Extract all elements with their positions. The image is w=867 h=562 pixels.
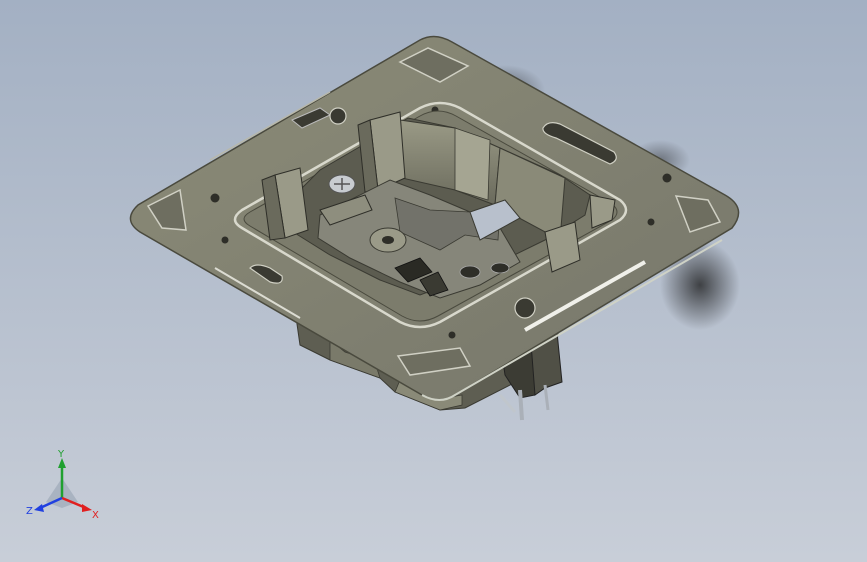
z-axis-arrow	[34, 504, 44, 512]
x-axis-arrow	[82, 504, 92, 512]
y-axis-label: Y	[57, 449, 65, 460]
z-axis-label: Z	[26, 506, 33, 517]
x-axis-label: X	[92, 510, 99, 521]
graphics-viewport[interactable]: Y X Z	[0, 0, 867, 562]
3d-model-view[interactable]	[0, 0, 867, 562]
orientation-triad: Y X Z	[26, 449, 99, 521]
